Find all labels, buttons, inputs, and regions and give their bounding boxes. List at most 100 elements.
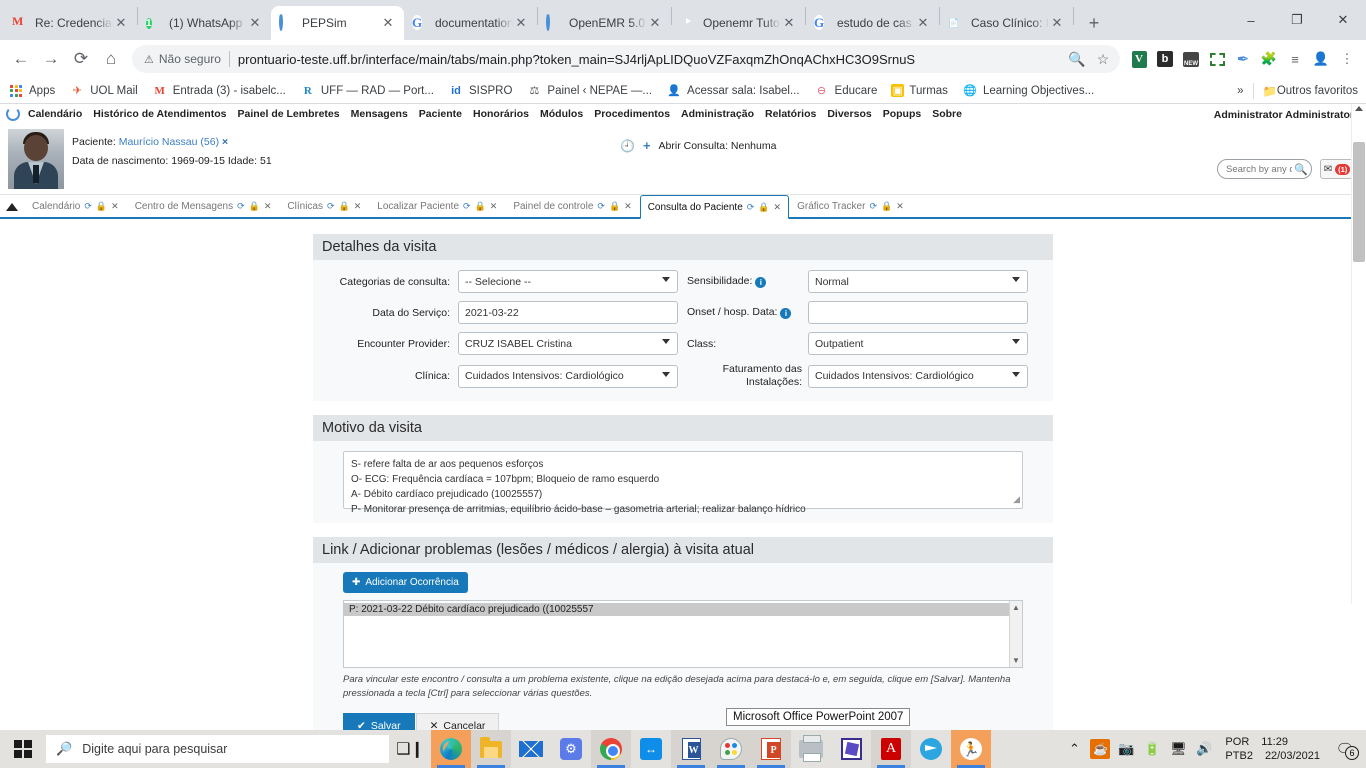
emr-tab-painel-controle[interactable]: Painel de controle ⟳ 🔒 ✕ xyxy=(505,195,639,217)
close-icon[interactable]: ✕ xyxy=(915,15,931,31)
volume-icon[interactable]: 🔊 xyxy=(1191,730,1217,768)
scroll-up-icon[interactable]: ▲ xyxy=(1012,603,1020,612)
taskbar-app-file-explorer[interactable] xyxy=(471,730,511,768)
add-occurrence-button[interactable]: ✚ Adicionar Ocorrência xyxy=(343,572,468,593)
taskbar-app-paint[interactable] xyxy=(711,730,751,768)
refresh-icon[interactable]: ⟳ xyxy=(463,201,471,212)
emr-tab-consulta-paciente[interactable]: Consulta do Paciente ⟳ 🔒 ✕ xyxy=(639,195,790,219)
refresh-icon[interactable]: ⟳ xyxy=(597,201,605,212)
browser-tab-0[interactable]: Re: Credenciais ✕ xyxy=(4,6,137,40)
close-window-button[interactable]: ✕ xyxy=(1320,4,1366,36)
menu-historico-atendimentos[interactable]: Histórico de Atendimentos xyxy=(93,108,226,120)
browser-tab-6[interactable]: G estudo de cas ✕ xyxy=(806,6,939,40)
select-sensibilidade[interactable]: Normal xyxy=(808,270,1028,293)
input-data-servico[interactable]: 2021-03-22 xyxy=(458,301,678,324)
problems-listbox[interactable]: P: 2021-03-22 Débito cardíaco prejudicad… xyxy=(343,600,1023,668)
search-box[interactable]: 🔍 xyxy=(1217,159,1312,179)
history-clock-icon[interactable]: 🕘 xyxy=(620,139,635,153)
browser-tab-2-active[interactable]: PEPSim ✕ xyxy=(271,6,404,40)
bookmark-learning-objectives[interactable]: 🌐 Learning Objectives... xyxy=(962,83,1094,99)
taskbar-app-chrome[interactable] xyxy=(591,730,631,768)
info-icon[interactable]: i xyxy=(755,277,767,288)
close-icon[interactable]: ✕ xyxy=(113,15,129,31)
address-bar[interactable]: ⚠ Não seguro prontuario-teste.uff.br/int… xyxy=(132,45,1120,73)
menu-mensagens[interactable]: Mensagens xyxy=(351,108,408,120)
select-categorias-consulta[interactable]: -- Selecione -- xyxy=(458,270,678,293)
bookmark-turmas[interactable]: ▣ Turmas xyxy=(891,84,948,97)
back-icon[interactable]: ← xyxy=(6,44,36,74)
menu-icon[interactable]: ⋮ xyxy=(1335,47,1359,71)
taskbar-app-printer[interactable] xyxy=(791,730,831,768)
search-input[interactable] xyxy=(1224,162,1294,176)
readlist-ext-icon[interactable]: ≡ xyxy=(1283,47,1307,71)
menu-paciente[interactable]: Paciente xyxy=(419,108,462,120)
vimeo-ext-icon[interactable]: V xyxy=(1127,47,1151,71)
windows-start-icon[interactable] xyxy=(0,730,46,768)
task-view-icon[interactable]: ❑❙ xyxy=(389,730,431,768)
bookmark-uff-rad[interactable]: R UFF — RAD — Port... xyxy=(300,83,434,99)
taskbar-app-runner[interactable]: 🏃 xyxy=(951,730,991,768)
refresh-icon[interactable]: ⟳ xyxy=(747,202,755,213)
menu-procedimentos[interactable]: Procedimentos xyxy=(594,108,670,120)
close-icon[interactable]: ✕ xyxy=(264,201,272,212)
refresh-icon[interactable]: ⟳ xyxy=(237,201,245,212)
not-secure-badge[interactable]: ⚠ Não seguro xyxy=(144,52,221,66)
lock-icon[interactable]: 🔒 xyxy=(96,201,107,212)
scroll-down-icon[interactable]: ▼ xyxy=(1012,656,1020,665)
menu-sobre[interactable]: Sobre xyxy=(932,108,962,120)
bookmark-apps[interactable]: Apps xyxy=(8,83,55,99)
menu-painel-lembretes[interactable]: Painel de Lembretes xyxy=(237,108,339,120)
open-encounter-label[interactable]: Abrir Consulta: Nenhuma xyxy=(659,140,777,152)
bookmark-star-icon[interactable]: ☆ xyxy=(1090,46,1116,72)
select-encounter-provider[interactable]: CRUZ ISABEL Cristina xyxy=(458,332,678,355)
bookmark-gmail-inbox[interactable]: M Entrada (3) - isabelc... xyxy=(152,83,286,99)
browser-tab-3[interactable]: G documentation ✕ xyxy=(404,6,537,40)
minimize-button[interactable]: – xyxy=(1228,4,1274,36)
new-ext-icon[interactable]: NEW xyxy=(1179,47,1203,71)
close-icon[interactable]: ✕ xyxy=(1049,15,1065,31)
capture-ext-icon[interactable] xyxy=(1205,47,1229,71)
resize-handle[interactable]: ◢ xyxy=(1013,492,1020,507)
messages-button[interactable]: ✉ (1) xyxy=(1320,159,1354,179)
maximize-button[interactable]: ❐ xyxy=(1274,4,1320,36)
menu-calendario[interactable]: Calendário xyxy=(28,108,82,120)
network-icon[interactable]: 🖥 xyxy=(1165,730,1191,768)
menu-popups[interactable]: Popups xyxy=(883,108,922,120)
browser-tab-5[interactable]: Openemr Tuto ✕ xyxy=(672,6,805,40)
scrollbar-thumb[interactable] xyxy=(1353,142,1365,262)
bookmark-educare[interactable]: ⊖ Educare xyxy=(814,83,877,99)
taskbar-app-mail[interactable] xyxy=(511,730,551,768)
close-icon[interactable]: ✕ xyxy=(513,15,529,31)
taskbar-app-visio[interactable] xyxy=(831,730,871,768)
feather-ext-icon[interactable]: ✒ xyxy=(1231,47,1255,71)
notification-icon[interactable]: 🗨 6 xyxy=(1328,730,1362,768)
select-class[interactable]: Outpatient xyxy=(808,332,1028,355)
info-icon[interactable]: i xyxy=(780,308,792,319)
home-icon[interactable]: ⌂ xyxy=(96,44,126,74)
refresh-icon[interactable]: ⟳ xyxy=(84,201,92,212)
close-icon[interactable]: ✕ xyxy=(781,15,797,31)
refresh-icon[interactable]: ⟳ xyxy=(869,201,877,212)
select-faturamento-instalacoes[interactable]: Cuidados Intensivos: Cardiológico xyxy=(808,364,1028,388)
bookmark-uol-mail[interactable]: ✈ UOL Mail xyxy=(69,83,138,99)
close-icon[interactable]: ✕ xyxy=(354,201,362,212)
reload-icon[interactable]: ⟳ xyxy=(66,44,96,74)
menu-administracao[interactable]: Administração xyxy=(681,108,754,120)
close-icon[interactable]: ✕ xyxy=(111,201,119,212)
bookmarks-overflow-button[interactable]: » 📁 Outros favoritos xyxy=(1237,82,1358,99)
emr-tab-centro-mensagens[interactable]: Centro de Mensagens ⟳ 🔒 ✕ xyxy=(127,195,280,217)
lock-icon[interactable]: 🔒 xyxy=(609,201,620,212)
taskbar-app-word[interactable] xyxy=(671,730,711,768)
close-icon[interactable]: ✕ xyxy=(380,15,396,31)
puzzle-ext-icon[interactable]: 🧩 xyxy=(1257,47,1281,71)
lock-icon[interactable]: 🔒 xyxy=(475,201,486,212)
listbox-scrollbar[interactable]: ▲ ▼ xyxy=(1009,601,1022,667)
plus-icon[interactable]: + xyxy=(643,138,651,153)
browser-tab-1[interactable]: 1 (1) WhatsApp ✕ xyxy=(138,6,271,40)
visit-reason-textarea[interactable]: S- refere falta de ar aos pequenos esfor… xyxy=(343,451,1023,515)
browser-tab-4[interactable]: OpenEMR 5.0. ✕ xyxy=(538,6,671,40)
taskbar-clock[interactable]: POR 11:29 PTB2 22/03/2021 xyxy=(1217,735,1328,763)
taskbar-app-settings[interactable]: ⚙ xyxy=(551,730,591,768)
menu-honorarios[interactable]: Honorários xyxy=(473,108,529,120)
input-onset-hosp-data[interactable] xyxy=(808,301,1028,324)
